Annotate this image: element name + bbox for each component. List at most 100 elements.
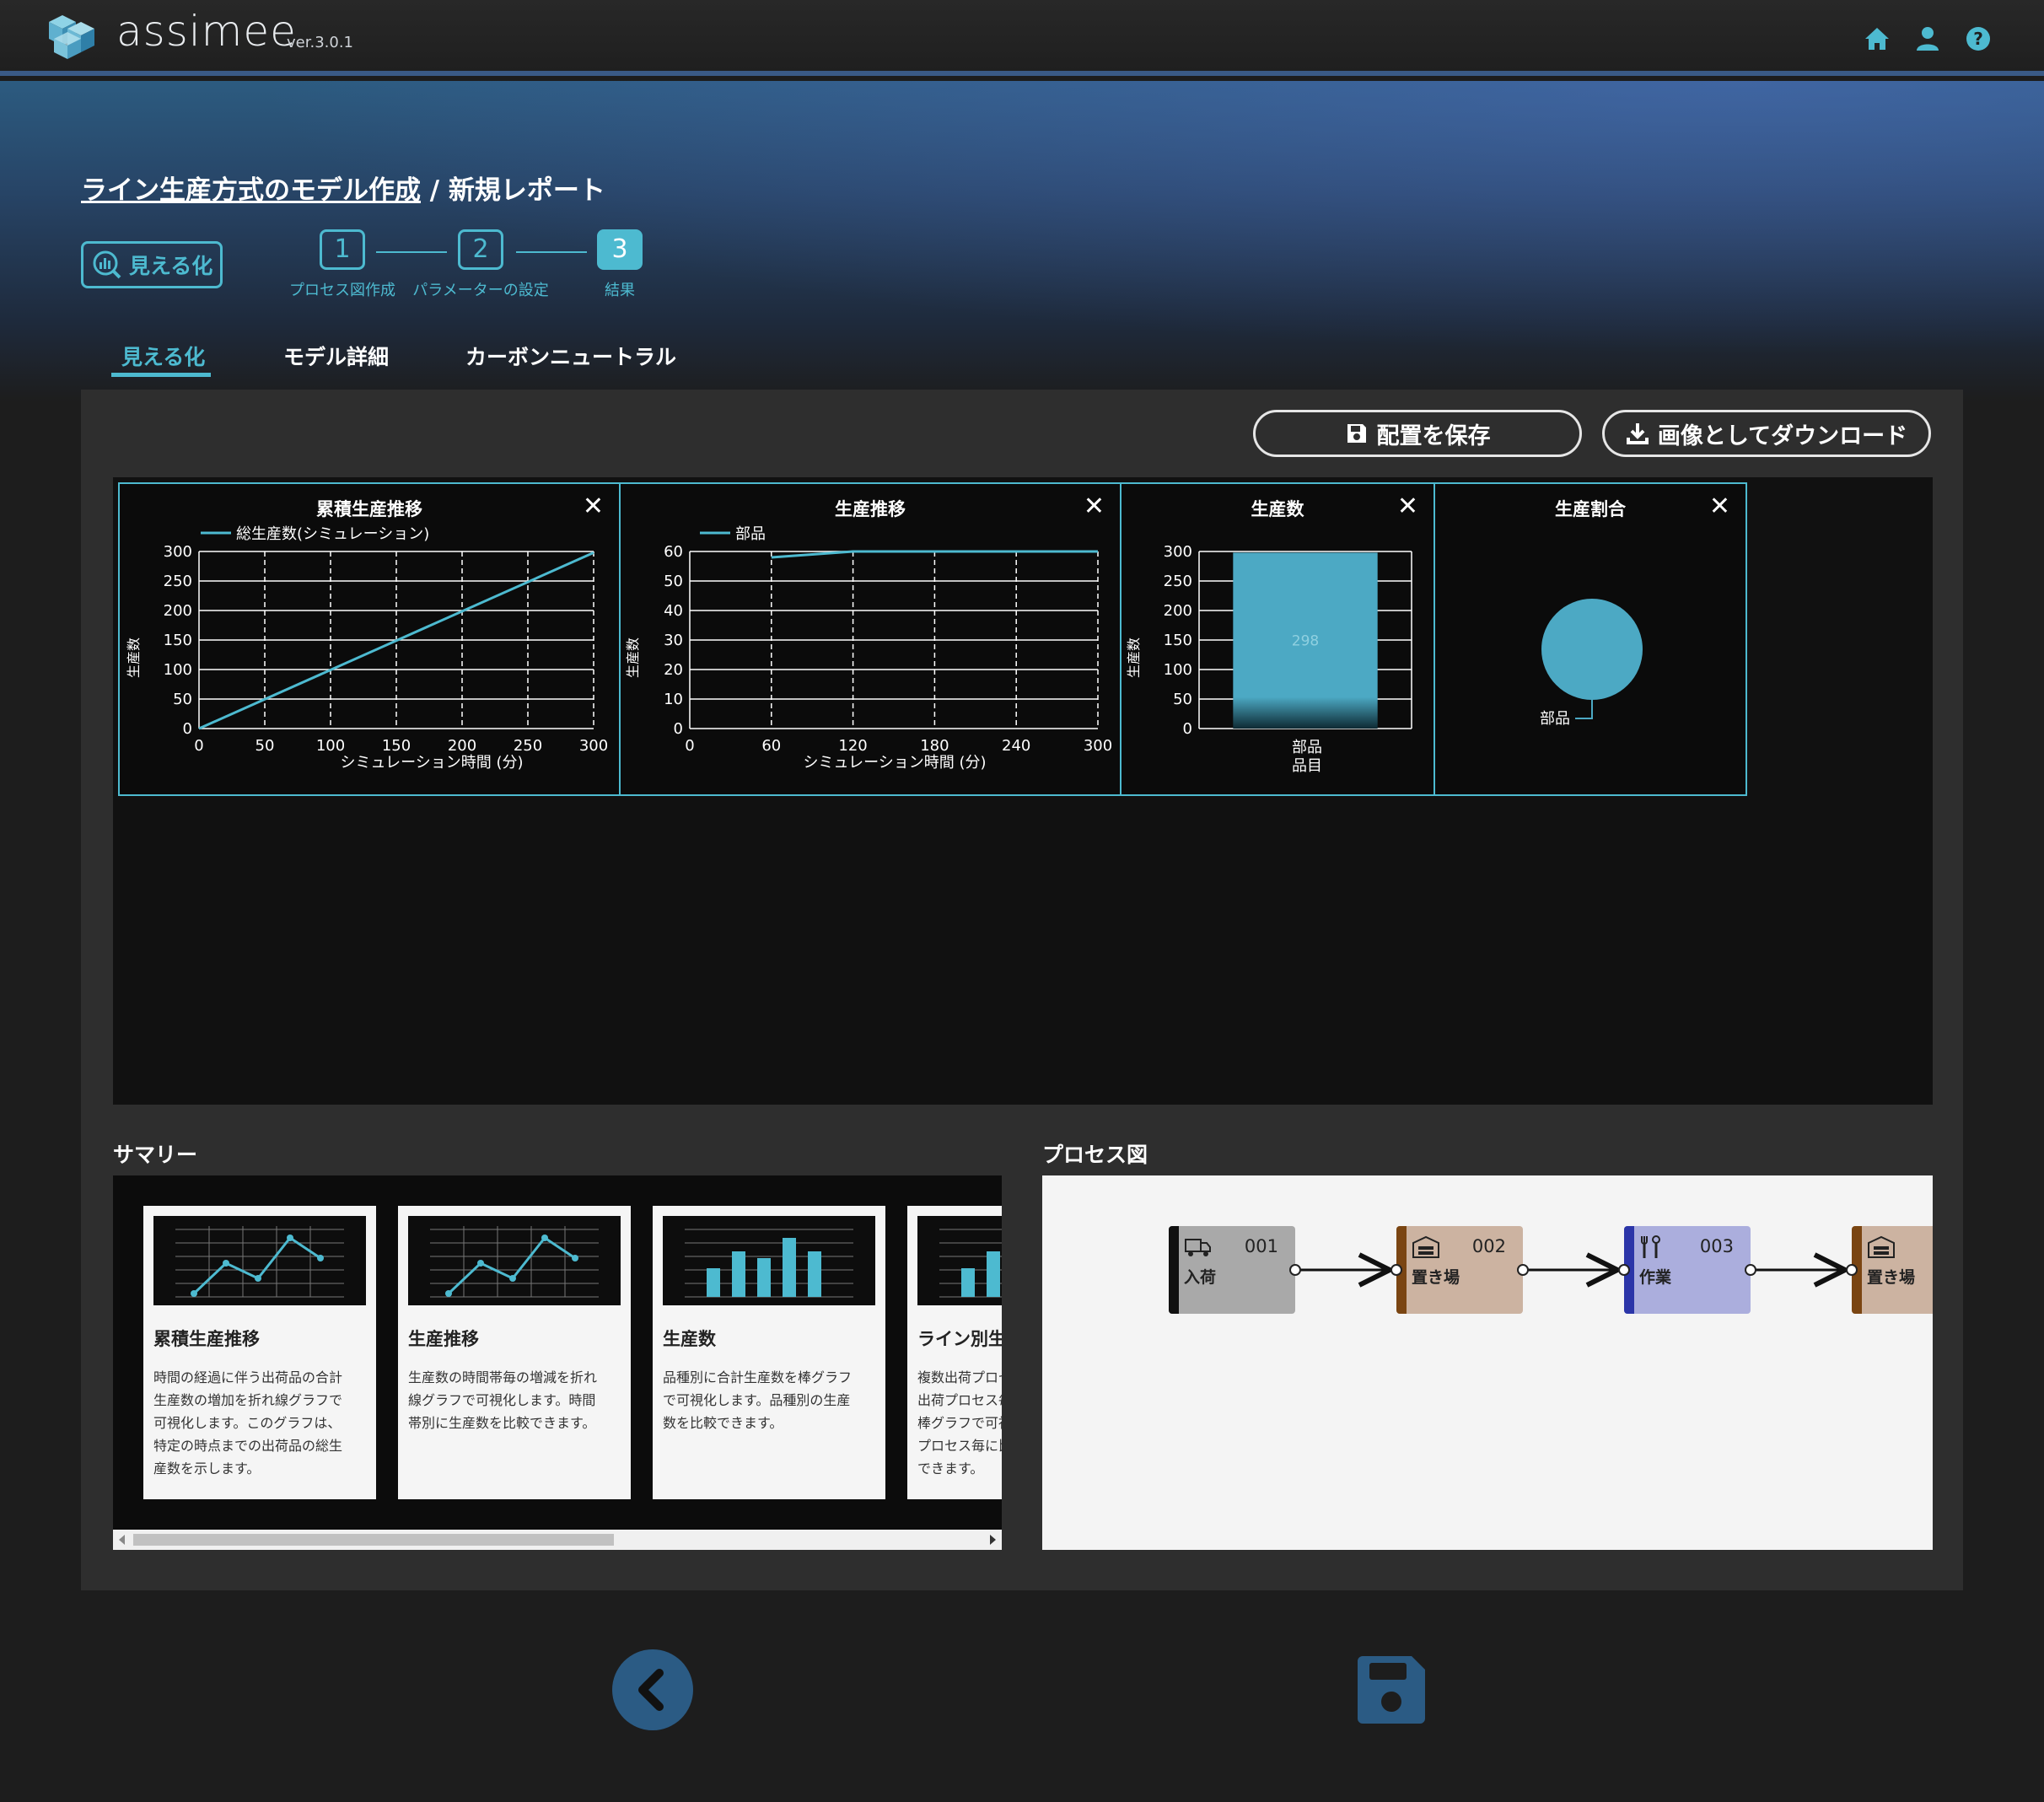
process-diagram-canvas[interactable]: 001 入荷 002 置き場 003 作業 置き場 bbox=[1042, 1175, 1933, 1550]
home-icon[interactable] bbox=[1862, 24, 1892, 54]
y-tick-label: 200 bbox=[1164, 602, 1192, 620]
node-id: 002 bbox=[1471, 1236, 1506, 1256]
chart-card-production-count[interactable]: 0 50 100 150 200 250 300 298 生産数 部品 品目 生産数 ✕ bbox=[1120, 482, 1435, 796]
floppy-disk-icon[interactable] bbox=[1354, 1653, 1428, 1727]
user-icon[interactable] bbox=[1912, 24, 1943, 54]
x-tick-label: 200 bbox=[448, 737, 476, 755]
process-node-004[interactable]: 置き場 bbox=[1852, 1226, 1933, 1314]
close-chart-icon[interactable]: ✕ bbox=[1084, 494, 1105, 519]
step-2-label: パラメーターの設定 bbox=[412, 282, 549, 299]
y-tick-label: 200 bbox=[164, 602, 192, 620]
x-tick-label: 150 bbox=[382, 737, 411, 755]
bar-value-label: 298 bbox=[1292, 633, 1319, 650]
step-3[interactable]: 3 結果 bbox=[544, 229, 696, 300]
visualize-button[interactable]: 見える化 bbox=[81, 241, 223, 288]
tab-visualize[interactable]: 見える化 bbox=[121, 341, 205, 371]
help-icon[interactable]: ? bbox=[1963, 24, 1993, 54]
y-tick-label: 0 bbox=[674, 720, 683, 738]
node-input-port[interactable] bbox=[1390, 1264, 1402, 1276]
summary-card-title: ライン別生産数 bbox=[917, 1329, 1002, 1349]
summary-card-description: 複数出荷プロセスがある場合、 出荷プロセス毎の生産数を 棒グラフで可視化します。… bbox=[917, 1369, 1002, 1477]
y-tick-label: 250 bbox=[1164, 573, 1192, 590]
tools-icon bbox=[1641, 1235, 1660, 1258]
node-output-port[interactable] bbox=[1745, 1264, 1756, 1276]
node-id: 003 bbox=[1699, 1236, 1734, 1256]
x-tick-label: 300 bbox=[579, 737, 608, 755]
pie-slice-label: 部品 bbox=[1540, 710, 1570, 728]
chart-card-production-trend[interactable]: 0 10 20 30 40 50 60 0 60 120 180 240 300 部品 シミュレーション… bbox=[619, 482, 1122, 796]
node-label: 作業 bbox=[1639, 1268, 1672, 1287]
close-chart-icon[interactable]: ✕ bbox=[583, 494, 604, 519]
x-tick-label: 300 bbox=[1084, 737, 1112, 755]
step-2-number: 2 bbox=[458, 229, 503, 270]
x-axis-label: 品目 bbox=[1292, 757, 1322, 775]
save-layout-label: 配置を保存 bbox=[1376, 422, 1491, 449]
node-label: 置き場 bbox=[1412, 1268, 1460, 1287]
node-output-port[interactable] bbox=[1517, 1264, 1529, 1276]
floppy-disk-icon bbox=[1347, 424, 1366, 443]
close-chart-icon[interactable]: ✕ bbox=[1709, 494, 1730, 519]
step-1-number: 1 bbox=[320, 229, 365, 270]
summary-card-production-count[interactable]: 生産数 品種別に合計生産数を棒グラフ で可視化します。品種別の生産 数を比較でき… bbox=[653, 1206, 885, 1499]
y-tick-label: 300 bbox=[164, 543, 192, 561]
chart-card-production-ratio[interactable]: 部品 生産割合 ✕ bbox=[1433, 482, 1747, 796]
summary-card-line-production[interactable]: ライン別生産数 複数出荷プロセスがある場合、 出荷プロセス毎の生産数を 棒グラフ… bbox=[907, 1206, 1002, 1499]
chevron-left-icon bbox=[638, 1669, 664, 1711]
process-node-001[interactable]: 001 入荷 bbox=[1169, 1226, 1295, 1314]
node-input-port[interactable] bbox=[1618, 1264, 1630, 1276]
back-button[interactable] bbox=[612, 1649, 693, 1730]
legend-label: 部品 bbox=[735, 525, 766, 543]
process-diagram-title: プロセス図 bbox=[1042, 1143, 1148, 1167]
step-2[interactable]: 2 パラメーターの設定 bbox=[405, 229, 557, 300]
node-input-port[interactable] bbox=[1846, 1264, 1858, 1276]
summary-card-title: 累積生産推移 bbox=[153, 1329, 260, 1349]
app-header: assimee ver.3.0.1 ? bbox=[0, 0, 2044, 76]
summary-card-title: 生産数 bbox=[663, 1329, 716, 1349]
x-tick-label: 60 bbox=[761, 737, 781, 755]
x-tick-label: 120 bbox=[838, 737, 867, 755]
x-axis-label: シミュレーション時間 (分) bbox=[803, 754, 986, 772]
summary-card-cumulative[interactable]: 累積生産推移 時間の経過に伴う出荷品の合計 生産数の増加を折れ線グラフで 可視化… bbox=[143, 1206, 376, 1499]
summary-horizontal-scrollbar[interactable] bbox=[113, 1530, 1002, 1550]
x-tick-label: 100 bbox=[316, 737, 345, 755]
y-tick-label: 0 bbox=[183, 720, 192, 738]
y-tick-label: 250 bbox=[164, 573, 192, 590]
y-tick-label: 150 bbox=[164, 632, 192, 649]
y-tick-label: 60 bbox=[664, 543, 683, 561]
summary-card-description: 品種別に合計生産数を棒グラフ で可視化します。品種別の生産 数を比較できます。 bbox=[663, 1369, 853, 1431]
process-node-003[interactable]: 003 作業 bbox=[1624, 1226, 1751, 1314]
y-tick-label: 10 bbox=[664, 691, 683, 708]
summary-card-production-trend[interactable]: 生産推移 生産数の時間帯毎の増減を折れ 線グラフで可視化します。時間 帯別に生産… bbox=[398, 1206, 631, 1499]
download-image-button[interactable]: 画像としてダウンロード bbox=[1602, 410, 1931, 457]
step-1[interactable]: 1 プロセス図作成 bbox=[266, 229, 418, 300]
x-tick-label: 0 bbox=[685, 737, 694, 755]
x-tick-label: 180 bbox=[920, 737, 949, 755]
scroll-left-arrow-icon[interactable] bbox=[118, 1535, 126, 1545]
breadcrumb-current: 新規レポート bbox=[448, 175, 605, 206]
y-axis-label: 生産数 bbox=[625, 637, 641, 678]
save-layout-button[interactable]: 配置を保存 bbox=[1253, 410, 1582, 457]
y-tick-label: 300 bbox=[1164, 543, 1192, 561]
chart-title: 累積生産推移 bbox=[316, 499, 422, 519]
production-trend-line-chart: 0 10 20 30 40 50 60 0 60 120 180 240 300 部品 シミュレーション… bbox=[625, 525, 1112, 772]
chart-card-cumulative[interactable]: 0 50 100 150 200 250 300 0 50 100 150 200 250 300 総生産… bbox=[118, 482, 621, 796]
chart-title: 生産数 bbox=[1251, 499, 1304, 519]
step-1-label: プロセス図作成 bbox=[289, 282, 395, 299]
y-tick-label: 100 bbox=[1164, 661, 1192, 679]
node-label: 入荷 bbox=[1184, 1268, 1217, 1287]
legend-label: 総生産数(シミュレーション) bbox=[236, 525, 429, 543]
tab-model-details[interactable]: モデル詳細 bbox=[283, 341, 389, 371]
close-chart-icon[interactable]: ✕ bbox=[1397, 494, 1418, 519]
y-tick-label: 100 bbox=[164, 661, 192, 679]
warehouse-icon bbox=[1868, 1235, 1895, 1258]
process-node-002[interactable]: 002 置き場 bbox=[1396, 1226, 1523, 1314]
bar-chart-thumbnail bbox=[663, 1216, 875, 1305]
x-tick-label: 部品 bbox=[1292, 739, 1322, 756]
scroll-right-arrow-icon[interactable] bbox=[988, 1535, 997, 1545]
breadcrumb-project-link[interactable]: ライン生産方式のモデル作成 bbox=[81, 175, 421, 206]
node-output-port[interactable] bbox=[1289, 1264, 1301, 1276]
y-tick-label: 0 bbox=[1183, 720, 1192, 738]
tab-carbon-neutral[interactable]: カーボンニュートラル bbox=[465, 341, 676, 371]
production-count-bar-chart: 0 50 100 150 200 250 300 298 生産数 部品 品目 bbox=[1126, 543, 1412, 775]
scrollbar-thumb[interactable] bbox=[133, 1534, 614, 1546]
